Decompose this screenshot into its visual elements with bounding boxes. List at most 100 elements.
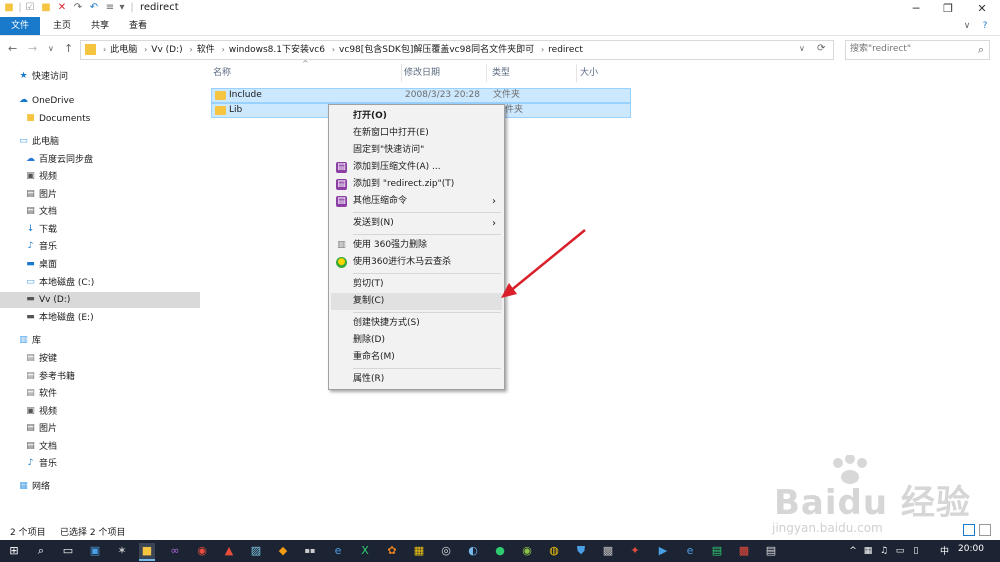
menu-item-send-to[interactable]: 发送到(N) ›	[331, 215, 502, 232]
column-size[interactable]: 大小	[576, 64, 630, 82]
notepad-icon[interactable]: ▤	[763, 543, 779, 559]
breadcrumb-item[interactable]: windows8.1下安装vc6	[229, 45, 325, 55]
chrome-icon[interactable]: ◉	[194, 543, 210, 559]
search-input[interactable]	[846, 41, 968, 57]
media-icon[interactable]: ◆	[275, 543, 291, 559]
excel-icon[interactable]: X	[357, 543, 373, 559]
volume-icon[interactable]: ♫	[876, 543, 892, 559]
player-icon[interactable]: ▶	[655, 543, 671, 559]
column-date[interactable]: 修改日期	[400, 64, 487, 82]
breadcrumb-item[interactable]: 此电脑	[110, 45, 137, 55]
mail-icon[interactable]: ▩	[736, 543, 752, 559]
undo-icon[interactable]: ↶	[88, 2, 100, 14]
start-button-icon[interactable]: ⊞	[6, 543, 22, 559]
address-dropdown-icon[interactable]: ∨	[799, 44, 805, 53]
breadcrumb-item[interactable]: vc98[包含SDK包]解压覆盖vc98同名文件夹即可	[339, 45, 534, 55]
visual-studio-icon[interactable]: ∞	[167, 543, 183, 559]
sidebar-item-docs[interactable]: ▤ 文档	[0, 204, 200, 220]
camera-icon[interactable]: ◎	[438, 543, 454, 559]
minimize-button[interactable]: ─	[900, 0, 932, 17]
sidebar-item-this-pc[interactable]: ▭ 此电脑	[0, 134, 200, 150]
tab-share[interactable]: 共享	[82, 17, 118, 35]
ribbon-expand-icon[interactable]: ∨	[960, 17, 974, 35]
up-button[interactable]: ↑	[64, 42, 73, 56]
redo-icon[interactable]: ↷	[72, 2, 84, 14]
rename-icon[interactable]: ≡	[104, 2, 116, 14]
menu-item-pin-quick-access[interactable]: 固定到"快速访问"	[331, 142, 502, 159]
network-tray-icon[interactable]: ▦	[860, 543, 876, 559]
menu-item-other-compress[interactable]: ▤ 其他压缩命令 ›	[331, 193, 502, 210]
column-type[interactable]: 类型	[488, 64, 577, 82]
sidebar-item-lib-books[interactable]: ▤ 参考书籍	[0, 369, 200, 385]
sidebar-item-drive-e[interactable]: ▬ 本地磁盘 (E:)	[0, 310, 200, 326]
properties-icon[interactable]: ☑	[24, 2, 36, 14]
shield-icon[interactable]: ⛊	[573, 543, 589, 559]
close-button[interactable]: ✕	[966, 0, 998, 17]
sidebar-item-libraries[interactable]: ▥ 库	[0, 333, 200, 349]
refresh-icon[interactable]: ⟳	[817, 43, 825, 54]
menu-item-open-new-window[interactable]: 在新窗口中打开(E)	[331, 125, 502, 142]
menu-item-add-archive[interactable]: ▤ 添加到压缩文件(A) ...	[331, 159, 502, 176]
tab-view[interactable]: 查看	[120, 17, 156, 35]
360-safe-icon[interactable]: ◍	[546, 543, 562, 559]
sidebar-item-lib-pictures[interactable]: ▤ 图片	[0, 421, 200, 437]
tab-file[interactable]: 文件	[0, 17, 40, 35]
store-icon[interactable]: ▣	[87, 543, 103, 559]
breadcrumb-item[interactable]: redirect	[548, 45, 583, 55]
recent-locations-button[interactable]: ∨	[48, 42, 54, 56]
sidebar-item-lib-keys[interactable]: ▤ 按键	[0, 351, 200, 367]
sidebar-item-lib-videos[interactable]: ▣ 视频	[0, 404, 200, 420]
tray-chevron-icon[interactable]: ^	[845, 543, 861, 559]
menu-item-rename[interactable]: 重命名(M)	[331, 349, 502, 366]
menu-item-copy[interactable]: 复制(C)	[331, 293, 502, 310]
menu-item-open[interactable]: 打开(O)	[331, 108, 502, 125]
ime-indicator[interactable]: 中	[940, 544, 949, 557]
edge-icon[interactable]: e	[682, 543, 698, 559]
sidebar-item-onedrive[interactable]: ☁ OneDrive	[0, 93, 200, 109]
sidebar-item-lib-docs[interactable]: ▤ 文档	[0, 439, 200, 455]
sidebar-item-videos[interactable]: ▣ 视频	[0, 169, 200, 185]
menu-item-create-shortcut[interactable]: 创建快捷方式(S)	[331, 315, 502, 332]
menu-item-cut[interactable]: 剪切(T)	[331, 276, 502, 293]
pdf-icon[interactable]: ▲	[221, 543, 237, 559]
file-explorer-icon[interactable]: ■	[139, 543, 155, 561]
breadcrumb-item[interactable]: 软件	[197, 45, 215, 55]
app-icon[interactable]: ▪▪	[302, 543, 318, 559]
360-browser-icon[interactable]: ●	[492, 543, 508, 559]
forward-button[interactable]: →	[28, 42, 37, 56]
address-bar[interactable]: › 此电脑 › Vv (D:) › 软件 › windows8.1下安装vc6 › vc9…	[80, 40, 834, 60]
sidebar-item-desktop[interactable]: ▬ 桌面	[0, 257, 200, 273]
paint-icon[interactable]: ✿	[384, 543, 400, 559]
search-taskbar-icon[interactable]: ⌕	[33, 543, 49, 559]
new-folder-icon[interactable]: ■	[40, 2, 52, 14]
tools-icon[interactable]: ✶	[114, 543, 130, 559]
menu-item-properties[interactable]: 属性(R)	[331, 371, 502, 388]
settings-app-icon[interactable]: ▩	[600, 543, 616, 559]
sidebar-item-downloads[interactable]: ↓ 下载	[0, 222, 200, 238]
back-button[interactable]: ←	[8, 42, 17, 56]
sidebar-item-baidu-cloud[interactable]: ☁ 百度云同步盘	[0, 152, 200, 168]
task-view-icon[interactable]: ▭	[60, 543, 76, 559]
tab-home[interactable]: 主页	[44, 17, 80, 35]
menu-item-delete[interactable]: 删除(D)	[331, 332, 502, 349]
clock[interactable]: 20:00	[958, 544, 984, 554]
folder-app-icon[interactable]: ▦	[411, 543, 427, 559]
menu-item-add-zip[interactable]: ▤ 添加到 "redirect.zip"(T)	[331, 176, 502, 193]
sidebar-item-network[interactable]: ▦ 网络	[0, 479, 200, 495]
browser-icon[interactable]: ◐	[465, 543, 481, 559]
notification-icon[interactable]: ▭	[892, 543, 908, 559]
search-icon[interactable]: ⌕	[978, 43, 984, 57]
image-app-icon[interactable]: ▨	[248, 543, 264, 559]
battery-icon[interactable]: ▯	[908, 543, 924, 559]
file-row-include[interactable]: Include 2008/3/23 20:28 文件夹	[211, 88, 631, 103]
sheet-icon[interactable]: ▤	[709, 543, 725, 559]
sidebar-item-lib-software[interactable]: ▤ 软件	[0, 386, 200, 402]
game-icon[interactable]: ◉	[519, 543, 535, 559]
sidebar-item-documents[interactable]: ■ Documents	[0, 111, 200, 127]
menu-item-360-scan[interactable]: ● 使用360进行木马云查杀	[331, 254, 502, 271]
ie-icon[interactable]: e	[330, 543, 346, 559]
column-name[interactable]: 名称	[209, 64, 402, 82]
flash-icon[interactable]: ✦	[627, 543, 643, 559]
sidebar-item-lib-music[interactable]: ♪ 音乐	[0, 456, 200, 472]
sidebar-item-quick-access[interactable]: ★ 快速访问	[0, 69, 200, 85]
